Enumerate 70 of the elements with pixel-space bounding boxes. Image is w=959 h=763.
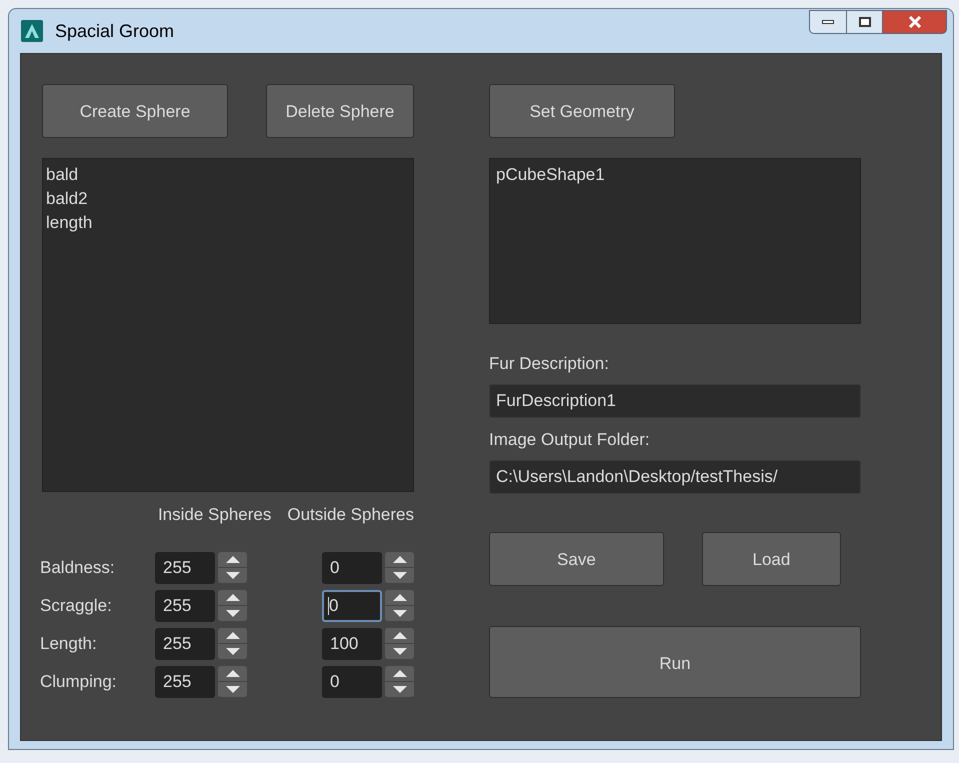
up-arrow-icon <box>392 670 406 677</box>
maximize-icon <box>858 17 870 27</box>
spin-up-button[interactable] <box>218 552 247 567</box>
spin-down-button[interactable] <box>385 606 414 621</box>
param-label: Clumping: <box>40 670 118 693</box>
down-arrow-icon <box>226 648 240 655</box>
column-header: Inside Spheres <box>158 504 272 526</box>
save-button[interactable]: Save <box>489 532 664 586</box>
spin-field[interactable]: 255 <box>155 628 215 660</box>
create-button[interactable]: Create Sphere <box>42 84 228 138</box>
up-arrow-icon <box>226 556 240 563</box>
close-button[interactable] <box>883 10 947 34</box>
spin-down-button[interactable] <box>385 682 414 697</box>
list-item[interactable]: length <box>46 211 410 235</box>
app-icon <box>21 20 43 42</box>
spin-field[interactable]: 0 <box>322 590 382 622</box>
down-arrow-icon <box>392 648 406 655</box>
spin-up-button[interactable] <box>385 628 414 643</box>
spin-up-button[interactable] <box>218 666 247 681</box>
spin-field[interactable]: 255 <box>155 590 215 622</box>
list-item[interactable]: bald <box>46 163 410 187</box>
up-arrow-icon <box>392 632 406 639</box>
up-arrow-icon <box>226 670 240 677</box>
down-arrow-icon <box>392 686 406 693</box>
down-arrow-icon <box>392 572 406 579</box>
spin-up-button[interactable] <box>218 590 247 605</box>
down-arrow-icon <box>226 572 240 579</box>
field-label: Image Output Folder: <box>489 429 651 451</box>
input-field[interactable]: C:\Users\Landon\Desktop/testThesis/ <box>489 460 861 494</box>
minimize-icon <box>822 20 834 24</box>
list-item[interactable]: bald2 <box>46 187 410 211</box>
spin-field[interactable]: 0 <box>322 666 382 698</box>
spin-field[interactable]: 255 <box>155 666 215 698</box>
set-geometry-button[interactable]: Set Geometry <box>489 84 675 138</box>
spin-up-button[interactable] <box>218 628 247 643</box>
input-field[interactable]: FurDescription1 <box>489 384 861 418</box>
up-arrow-icon <box>392 556 406 563</box>
load-button[interactable]: Load <box>702 532 841 586</box>
column-header: Outside Spheres <box>287 504 414 526</box>
spin-down-button[interactable] <box>385 568 414 583</box>
spin-up-button[interactable] <box>385 590 414 605</box>
param-label: Length: <box>40 632 98 655</box>
run-button[interactable]: Run <box>489 626 861 698</box>
spin-field[interactable]: 100 <box>322 628 382 660</box>
up-arrow-icon <box>226 594 240 601</box>
spin-down-button[interactable] <box>218 568 247 583</box>
spin-up-button[interactable] <box>385 552 414 567</box>
maximize-button[interactable] <box>847 10 883 34</box>
up-arrow-icon <box>226 632 240 639</box>
minimize-button[interactable] <box>809 10 847 34</box>
spin-down-button[interactable] <box>385 644 414 659</box>
up-arrow-icon <box>392 594 406 601</box>
geometry-list[interactable]: pCubeShape1 <box>489 158 861 324</box>
spin-down-button[interactable] <box>218 644 247 659</box>
field-label: Fur Description: <box>489 353 610 375</box>
down-arrow-icon <box>226 686 240 693</box>
down-arrow-icon <box>226 610 240 617</box>
list-item[interactable]: pCubeShape1 <box>496 163 854 187</box>
close-icon <box>908 16 922 28</box>
spin-down-button[interactable] <box>218 606 247 621</box>
down-arrow-icon <box>392 610 406 617</box>
window-title: Spacial Groom <box>55 20 174 43</box>
spheres-list[interactable]: bald bald2 length <box>42 158 414 492</box>
spin-down-button[interactable] <box>218 682 247 697</box>
delete-button[interactable]: Delete Sphere <box>266 84 414 138</box>
spin-field[interactable]: 255 <box>155 552 215 584</box>
param-label: Baldness: <box>40 556 116 579</box>
param-label: Scraggle: <box>40 594 113 617</box>
spin-up-button[interactable] <box>385 666 414 681</box>
spin-field[interactable]: 0 <box>322 552 382 584</box>
